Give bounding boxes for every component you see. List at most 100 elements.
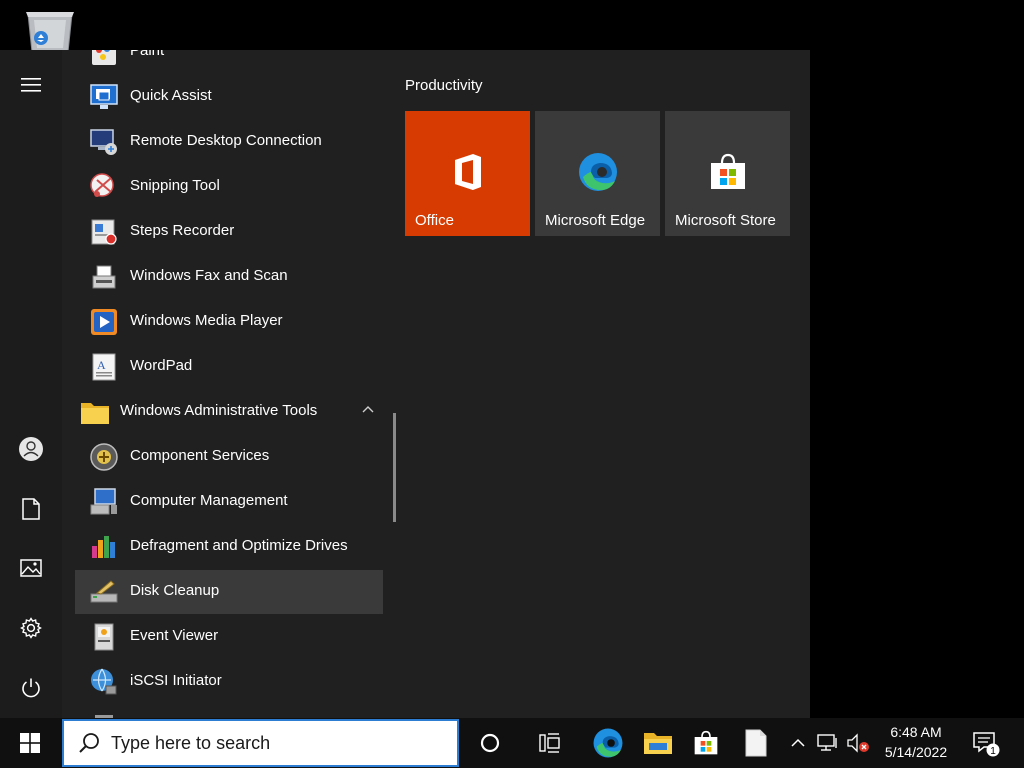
task-view-button[interactable]	[526, 718, 574, 768]
network-icon	[817, 734, 837, 751]
app-item-iscsi[interactable]: iSCSI Initiator	[75, 660, 383, 704]
hamburger-icon[interactable]	[11, 65, 51, 105]
windows-logo-icon	[20, 733, 40, 753]
disk-cleanup-icon	[90, 580, 118, 603]
taskbar-document[interactable]	[732, 718, 780, 768]
app-label: Event Viewer	[130, 627, 219, 644]
chevron-up-icon	[791, 738, 805, 747]
volume-muted-icon	[847, 733, 869, 753]
app-item-disk-cleanup[interactable]: Disk Cleanup	[75, 570, 383, 614]
app-label: Windows Fax and Scan	[130, 267, 288, 284]
app-label: iSCSI Initiator	[130, 672, 222, 689]
app-item-wordpad[interactable]: A WordPad	[75, 345, 383, 389]
defrag-icon	[92, 536, 115, 558]
app-item-computer-management[interactable]: Computer Management	[75, 480, 383, 524]
event-viewer-icon	[94, 623, 114, 651]
steps-recorder-icon	[91, 219, 117, 245]
chevron-up-icon[interactable]	[361, 403, 375, 417]
tile-label: Microsoft Edge	[545, 212, 646, 229]
app-item-fax-scan[interactable]: Windows Fax and Scan	[75, 255, 383, 299]
search-placeholder: Type here to search	[111, 733, 271, 753]
power-icon[interactable]	[11, 668, 51, 708]
office-icon	[455, 154, 481, 190]
tray-overflow-button[interactable]	[786, 718, 810, 768]
clock-date: 5/14/2022	[884, 744, 948, 760]
start-rail	[0, 50, 62, 718]
notification-count: 1	[990, 746, 996, 757]
gear-icon[interactable]	[11, 608, 51, 648]
tile-label: Microsoft Store	[675, 212, 776, 229]
app-list-scrollbar[interactable]	[393, 413, 396, 522]
remote-desktop-icon	[90, 129, 117, 155]
tile-store[interactable]: Microsoft Store	[665, 111, 790, 236]
action-center-icon: 1	[973, 732, 1000, 757]
document-icon[interactable]	[11, 489, 51, 529]
app-item-remote-desktop[interactable]: Remote Desktop Connection	[75, 120, 383, 164]
snipping-tool-icon	[90, 173, 114, 197]
app-label: Steps Recorder	[130, 222, 235, 239]
task-view-icon	[539, 733, 560, 753]
edge-icon	[593, 728, 623, 758]
app-item-event-viewer[interactable]: Event Viewer	[75, 615, 383, 659]
clock-time: 6:48 AM	[890, 724, 942, 740]
search-icon	[79, 733, 99, 753]
wordpad-icon: A	[92, 353, 116, 381]
app-label: Snipping Tool	[130, 177, 220, 194]
cortana-button[interactable]	[466, 718, 514, 768]
app-label: WordPad	[130, 357, 193, 374]
tile-edge[interactable]: Microsoft Edge	[535, 111, 660, 236]
file-explorer-icon	[644, 733, 672, 754]
app-label: Paint	[130, 50, 165, 59]
media-player-icon	[91, 309, 117, 335]
taskbar-file-explorer[interactable]	[634, 718, 682, 768]
app-label: Defragment and Optimize Drives	[130, 537, 348, 554]
cortana-circle-icon	[480, 733, 500, 753]
start-button[interactable]	[0, 718, 60, 768]
iscsi-icon	[91, 668, 117, 695]
clock[interactable]: 6:48 AM 5/14/2022	[872, 722, 960, 762]
user-icon[interactable]	[11, 429, 51, 469]
blank-document-icon	[745, 729, 767, 757]
volume-button[interactable]	[844, 718, 872, 768]
app-group-label: Windows Administrative Tools	[120, 402, 318, 419]
paint-icon	[92, 50, 116, 65]
start-menu: Paint Quick Assist Remote Desktop Connec…	[0, 50, 810, 718]
action-center-button[interactable]: 1	[966, 718, 1006, 768]
app-label: Quick Assist	[130, 87, 212, 104]
computer-management-icon	[90, 488, 117, 515]
app-label: Remote Desktop Connection	[130, 132, 322, 149]
app-label: Computer Management	[130, 492, 288, 509]
app-list[interactable]: Paint Quick Assist Remote Desktop Connec…	[75, 50, 395, 718]
app-item-quick-assist[interactable]: Quick Assist	[75, 75, 383, 119]
store-icon	[711, 153, 745, 189]
store-icon	[694, 730, 718, 755]
desktop: Paint Quick Assist Remote Desktop Connec…	[0, 0, 1024, 768]
app-item-defrag[interactable]: Defragment and Optimize Drives	[75, 525, 383, 569]
edge-icon	[579, 153, 617, 191]
search-box[interactable]: Type here to search	[62, 719, 459, 767]
app-item-media-player[interactable]: Windows Media Player	[75, 300, 383, 344]
app-label: Component Services	[130, 447, 270, 464]
taskbar: Type here to search 6:48 AM 5/14/2022 1	[0, 718, 1024, 768]
fax-scan-icon	[92, 265, 116, 289]
tile-group-title: Productivity	[405, 77, 483, 94]
folder-icon	[81, 403, 109, 424]
tile-label: Office	[415, 212, 454, 229]
component-services-icon	[90, 443, 118, 471]
app-label: Windows Media Player	[130, 312, 283, 329]
app-item-paint[interactable]: Paint	[75, 50, 383, 74]
app-item-snipping-tool[interactable]: Snipping Tool	[75, 165, 383, 209]
tile-office[interactable]: Office	[405, 111, 530, 236]
taskbar-edge[interactable]	[584, 718, 632, 768]
taskbar-store[interactable]	[682, 718, 730, 768]
quick-assist-icon	[90, 84, 118, 109]
app-group-admin-tools[interactable]: Windows Administrative Tools	[75, 390, 383, 434]
app-item-component-services[interactable]: Component Services	[75, 435, 383, 479]
pictures-icon[interactable]	[11, 548, 51, 588]
app-item-steps-recorder[interactable]: Steps Recorder	[75, 210, 383, 254]
app-item-next[interactable]	[75, 705, 383, 718]
svg-text:A: A	[97, 358, 106, 372]
recycle-bin-icon[interactable]	[24, 8, 76, 53]
network-button[interactable]	[814, 718, 842, 768]
app-label: Disk Cleanup	[130, 582, 220, 599]
